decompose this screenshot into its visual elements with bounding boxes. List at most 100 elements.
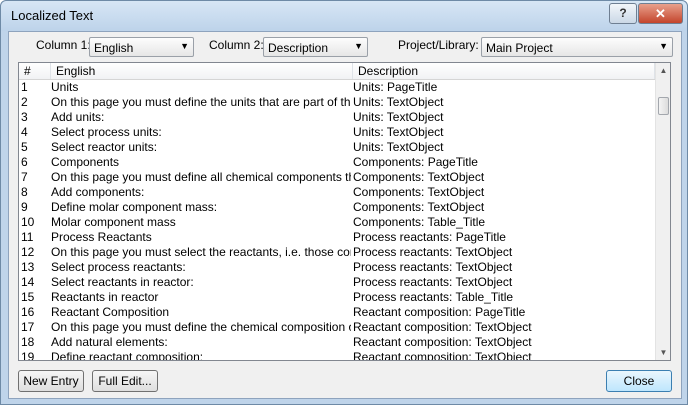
localized-text-dialog: Localized Text ? ✕ Column 1: English ▼ C… — [0, 0, 688, 405]
header-english[interactable]: English — [51, 63, 353, 79]
chevron-down-icon: ▼ — [354, 41, 363, 51]
table-row[interactable]: 15 Reactants in reactor Process reactants:… — [19, 290, 655, 305]
row-number-cell[interactable]: 8 — [21, 185, 47, 200]
row-number-cell[interactable]: 5 — [21, 140, 47, 155]
table-row[interactable]: 16 Reactant Composition Reactant compositi… — [19, 305, 655, 320]
description-cell[interactable]: Process reactants: PageTitle — [353, 230, 653, 245]
column2-select[interactable]: Description ▼ — [263, 37, 368, 57]
scroll-up-button[interactable]: ▲ — [656, 63, 670, 78]
localized-text-table[interactable]: # English Description 1 Units Units: PageT… — [18, 62, 671, 361]
description-cell[interactable]: Units: TextObject — [353, 110, 653, 125]
scrollbar-thumb[interactable] — [658, 97, 669, 115]
english-cell[interactable]: Define reactant composition: — [51, 350, 351, 360]
close-button[interactable]: Close — [606, 370, 672, 392]
description-cell[interactable]: Units: TextObject — [353, 95, 653, 110]
description-cell[interactable]: Reactant composition: TextObject — [353, 335, 653, 350]
description-cell[interactable]: Units: TextObject — [353, 125, 653, 140]
english-cell[interactable]: Select process units: — [51, 125, 351, 140]
english-cell[interactable]: Molar component mass — [51, 215, 351, 230]
table-row[interactable]: 14 Select reactants in reactor: Process re… — [19, 275, 655, 290]
english-cell[interactable]: Reactants in reactor — [51, 290, 351, 305]
table-row[interactable]: 10 Molar component mass Components: Table_… — [19, 215, 655, 230]
chevron-down-icon: ▼ — [180, 41, 189, 51]
description-cell[interactable]: Reactant composition: PageTitle — [353, 305, 653, 320]
description-cell[interactable]: Process reactants: TextObject — [353, 275, 653, 290]
english-cell[interactable]: Reactant Composition — [51, 305, 351, 320]
row-number-cell[interactable]: 19 — [21, 350, 47, 360]
vertical-scrollbar[interactable]: ▲ ▼ — [655, 63, 670, 360]
table-row[interactable]: 11 Process Reactants Process reactants: Pa… — [19, 230, 655, 245]
description-cell[interactable]: Components: TextObject — [353, 200, 653, 215]
english-cell[interactable]: On this page you must define the units t… — [51, 95, 351, 110]
table-row[interactable]: 5 Select reactor units: Units: TextObject — [19, 140, 655, 155]
english-cell[interactable]: Select reactants in reactor: — [51, 275, 351, 290]
table-row[interactable]: 3 Add units: Units: TextObject — [19, 110, 655, 125]
new-entry-button[interactable]: New Entry — [18, 370, 84, 392]
table-row[interactable]: 2 On this page you must define the units … — [19, 95, 655, 110]
table-row[interactable]: 8 Add components: Components: TextObject — [19, 185, 655, 200]
description-cell[interactable]: Reactant composition: TextObject — [353, 320, 653, 335]
table-row[interactable]: 6 Components Components: PageTitle — [19, 155, 655, 170]
row-number-cell[interactable]: 6 — [21, 155, 47, 170]
title-bar[interactable]: Localized Text ? ✕ — [1, 1, 687, 31]
scroll-down-button[interactable]: ▼ — [656, 345, 670, 360]
description-cell[interactable]: Components: TextObject — [353, 185, 653, 200]
description-cell[interactable]: Reactant composition: TextObject — [353, 350, 653, 360]
row-number-cell[interactable]: 13 — [21, 260, 47, 275]
table-row[interactable]: 12 On this page you must select the react… — [19, 245, 655, 260]
english-cell[interactable]: Define molar component mass: — [51, 200, 351, 215]
english-cell[interactable]: Select reactor units: — [51, 140, 351, 155]
row-number-cell[interactable]: 16 — [21, 305, 47, 320]
description-cell[interactable]: Process reactants: TextObject — [353, 260, 653, 275]
english-cell[interactable]: Process Reactants — [51, 230, 351, 245]
english-cell[interactable]: Add natural elements: — [51, 335, 351, 350]
full-edit-button[interactable]: Full Edit... — [92, 370, 158, 392]
column1-select[interactable]: English ▼ — [89, 37, 194, 57]
table-row[interactable]: 13 Select process reactants: Process react… — [19, 260, 655, 275]
description-cell[interactable]: Process reactants: TextObject — [353, 245, 653, 260]
table-row[interactable]: 19 Define reactant composition: Reactant c… — [19, 350, 655, 360]
project-label: Project/Library: — [398, 38, 479, 52]
description-cell[interactable]: Components: Table_Title — [353, 215, 653, 230]
row-number-cell[interactable]: 12 — [21, 245, 47, 260]
english-cell[interactable]: On this page you must define the chemica… — [51, 320, 351, 335]
english-cell[interactable]: On this page you must select the reactan… — [51, 245, 351, 260]
window-close-button[interactable]: ✕ — [638, 3, 683, 24]
row-number-cell[interactable]: 7 — [21, 170, 47, 185]
row-number-cell[interactable]: 9 — [21, 200, 47, 215]
table-row[interactable]: 7 On this page you must define all chemic… — [19, 170, 655, 185]
table-row[interactable]: 1 Units Units: PageTitle — [19, 80, 655, 95]
row-number-cell[interactable]: 3 — [21, 110, 47, 125]
english-cell[interactable]: Select process reactants: — [51, 260, 351, 275]
row-number-cell[interactable]: 10 — [21, 215, 47, 230]
table-row[interactable]: 9 Define molar component mass: Components:… — [19, 200, 655, 215]
table-row[interactable]: 17 On this page you must define the chemi… — [19, 320, 655, 335]
description-cell[interactable]: Components: TextObject — [353, 170, 653, 185]
row-number-cell[interactable]: 17 — [21, 320, 47, 335]
header-number[interactable]: # — [19, 63, 51, 79]
row-number-cell[interactable]: 18 — [21, 335, 47, 350]
english-cell[interactable]: On this page you must define all chemica… — [51, 170, 351, 185]
row-number-cell[interactable]: 2 — [21, 95, 47, 110]
description-cell[interactable]: Components: PageTitle — [353, 155, 653, 170]
column1-label: Column 1: — [36, 38, 91, 52]
table-row[interactable]: 18 Add natural elements: Reactant composit… — [19, 335, 655, 350]
english-cell[interactable]: Add units: — [51, 110, 351, 125]
project-select[interactable]: Main Project ▼ — [481, 37, 673, 57]
description-cell[interactable]: Units: PageTitle — [353, 80, 653, 95]
description-cell[interactable]: Process reactants: Table_Title — [353, 290, 653, 305]
row-number-cell[interactable]: 4 — [21, 125, 47, 140]
table-body: 1 Units Units: PageTitle 2 On this page you … — [19, 80, 655, 360]
english-cell[interactable]: Components — [51, 155, 351, 170]
row-number-cell[interactable]: 11 — [21, 230, 47, 245]
row-number-cell[interactable]: 1 — [21, 80, 47, 95]
table-header: # English Description — [19, 63, 655, 80]
header-description[interactable]: Description — [353, 63, 655, 79]
row-number-cell[interactable]: 14 — [21, 275, 47, 290]
english-cell[interactable]: Add components: — [51, 185, 351, 200]
help-button[interactable]: ? — [609, 3, 637, 24]
english-cell[interactable]: Units — [51, 80, 351, 95]
description-cell[interactable]: Units: TextObject — [353, 140, 653, 155]
table-row[interactable]: 4 Select process units: Units: TextObject — [19, 125, 655, 140]
row-number-cell[interactable]: 15 — [21, 290, 47, 305]
